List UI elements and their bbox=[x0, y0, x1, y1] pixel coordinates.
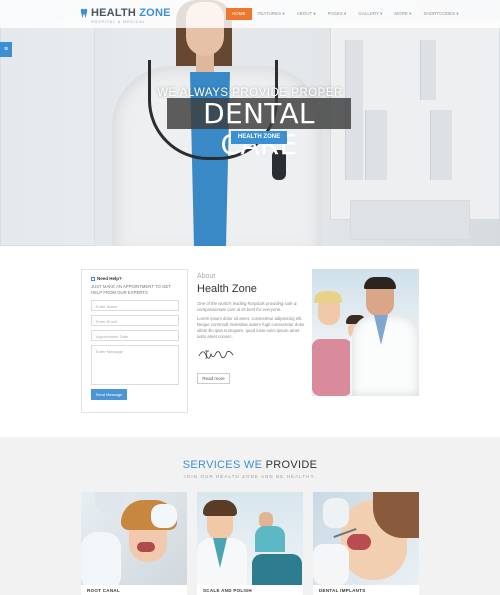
root-canal-image bbox=[81, 492, 187, 585]
hero-tag: HEALTH ZONE bbox=[231, 131, 287, 144]
menu-item-features[interactable]: FEATURES ▾ bbox=[252, 8, 291, 20]
service-card-root-canal[interactable]: ROOT CANAL bbox=[81, 492, 187, 595]
hero-title: DENTAL CARE bbox=[167, 98, 351, 160]
logo-accent: ZONE bbox=[139, 7, 171, 19]
services-title-highlight: SERVICES WE bbox=[182, 459, 263, 471]
appointment-date-field[interactable]: Appointment Date bbox=[91, 330, 179, 341]
dental-implants-image bbox=[313, 492, 419, 585]
menu-item-pages[interactable]: PAGES ▾ bbox=[322, 8, 353, 20]
send-message-button[interactable]: Send Message bbox=[91, 389, 127, 400]
about-label: About bbox=[197, 273, 216, 280]
name-field[interactable]: Enter Name bbox=[91, 300, 179, 311]
main-menu: HOME FEATURES ▾ ABOUT ▾ PAGES ▾ GALLERY … bbox=[226, 8, 465, 20]
sliders-icon[interactable]: ≡ bbox=[0, 42, 12, 57]
service-card-dental-implants[interactable]: DENTAL IMPLANTS bbox=[313, 492, 419, 595]
hero-banner: WE ALWAYS PROVIDE PROPER DENTAL CARE HEA… bbox=[0, 0, 500, 246]
menu-item-home[interactable]: HOME bbox=[226, 8, 252, 20]
scale-and-polish-image bbox=[197, 492, 303, 585]
service-card-scale-and-polish[interactable]: SCALE AND POLISH bbox=[197, 492, 303, 595]
site-logo[interactable]: HEALTH ZONE bbox=[80, 7, 171, 19]
services-title-rest: PROVIDE bbox=[265, 459, 318, 471]
menu-item-gallery[interactable]: GALLERY ▾ bbox=[352, 8, 388, 20]
need-help-text: Need Help? bbox=[97, 276, 122, 281]
menu-item-more[interactable]: MORE ▾ bbox=[388, 8, 417, 20]
service-caption: SCALE AND POLISH bbox=[203, 588, 252, 593]
services-subtitle: JOIN OUR HEALTH ZONE AND BE HEALTHY. bbox=[183, 474, 317, 479]
message-field[interactable]: Enter Message bbox=[91, 345, 179, 385]
signature-image bbox=[198, 350, 234, 360]
logo-tagline: HOSPITAL & MEDICAL bbox=[91, 20, 146, 24]
email-field[interactable]: Enter Email bbox=[91, 315, 179, 326]
logo-main: HEALTH bbox=[91, 7, 136, 19]
menu-item-about[interactable]: ABOUT ▾ bbox=[291, 8, 322, 20]
form-intro: JUST MAKE AN APPOINTMENT TO GET HELP FRO… bbox=[91, 284, 171, 295]
check-icon bbox=[91, 276, 95, 281]
about-title: Health Zone bbox=[197, 283, 257, 295]
service-caption: DENTAL IMPLANTS bbox=[319, 588, 366, 593]
need-help-heading: Need Help? bbox=[91, 276, 178, 281]
about-lead: One of the world's leading hospitals pro… bbox=[197, 301, 297, 312]
top-navigation: HEALTH ZONE HOSPITAL & MEDICAL HOME FEAT… bbox=[0, 0, 500, 28]
about-body: Lorem ipsum dolor sit amet, consectetur … bbox=[197, 316, 305, 339]
read-more-button[interactable]: Read more bbox=[197, 373, 230, 384]
about-section: About Health Zone One of the world's lea… bbox=[197, 273, 305, 384]
dentist-photo bbox=[312, 269, 419, 396]
appointment-form: Need Help? JUST MAKE AN APPOINTMENT TO G… bbox=[81, 269, 188, 413]
menu-item-shortcodes[interactable]: SHORTCODES ▾ bbox=[417, 8, 464, 20]
tooth-icon bbox=[80, 8, 88, 18]
services-title: SERVICES WE PROVIDE bbox=[0, 459, 500, 471]
logo-text: HEALTH ZONE bbox=[91, 7, 171, 19]
service-caption: ROOT CANAL bbox=[87, 588, 120, 593]
